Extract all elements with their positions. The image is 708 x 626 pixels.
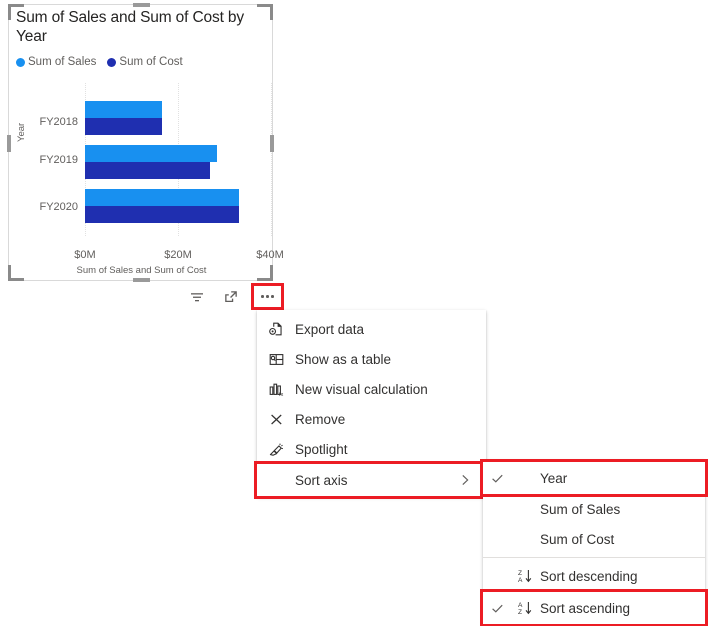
submenu-item-year[interactable]: Year — [483, 462, 705, 494]
submenu-item-sum-of-sales-label: Sum of Sales — [538, 502, 620, 517]
resize-handle-top-right[interactable] — [257, 4, 273, 20]
gridline-40 — [271, 83, 272, 236]
menu-item-show-as-a-table[interactable]: Show as a table — [257, 344, 486, 374]
resize-handle-left[interactable] — [7, 135, 11, 152]
chart-visual-container[interactable]: Sum of Sales and Sum of Cost by Year Sum… — [8, 4, 273, 281]
spotlight-icon — [257, 441, 295, 458]
export-data-icon — [257, 321, 295, 338]
visual-context-menu: Export data Show as a table fx New visua… — [257, 310, 486, 496]
menu-item-new-visual-calculation-label: New visual calculation — [295, 382, 476, 397]
menu-item-remove[interactable]: Remove — [257, 404, 486, 434]
new-visual-calculation-icon: fx — [257, 381, 295, 398]
menu-item-spotlight-label: Spotlight — [295, 442, 476, 457]
more-options-button[interactable] — [254, 286, 281, 307]
menu-item-sort-axis[interactable]: Sort axis — [257, 464, 486, 496]
bar-cost-fy2020[interactable] — [85, 206, 239, 223]
x-axis-tick-0: $0M — [74, 249, 95, 261]
resize-handle-top-left[interactable] — [8, 4, 24, 20]
y-axis-title: Year — [16, 123, 27, 142]
sort-axis-submenu: Year Sum of Sales Sum of Cost Z A Sort d… — [483, 460, 705, 626]
resize-handle-top[interactable] — [133, 3, 150, 7]
y-axis-label-fy2020: FY2020 — [32, 201, 78, 213]
svg-text:Z: Z — [518, 609, 522, 616]
chevron-right-icon — [458, 473, 476, 487]
resize-handle-bottom[interactable] — [133, 278, 150, 282]
x-axis-tick-20: $20M — [164, 249, 192, 261]
filter-icon — [189, 289, 205, 305]
menu-item-new-visual-calculation[interactable]: fx New visual calculation — [257, 374, 486, 404]
resize-handle-right[interactable] — [270, 135, 274, 152]
menu-item-export-data-label: Export data — [295, 322, 476, 337]
submenu-item-sort-ascending[interactable]: A Z Sort ascending — [483, 592, 705, 624]
y-axis-label-fy2018: FY2018 — [32, 116, 78, 128]
remove-icon — [257, 411, 295, 428]
menu-item-show-as-a-table-label: Show as a table — [295, 352, 476, 367]
submenu-divider — [483, 557, 705, 558]
submenu-item-sort-ascending-label: Sort ascending — [538, 601, 630, 616]
submenu-item-sort-descending-label: Sort descending — [538, 569, 638, 584]
submenu-item-sum-of-sales[interactable]: Sum of Sales — [483, 494, 705, 524]
chart-plot-area: Year FY2018 FY2019 FY2020 $0M $20M $40M … — [9, 5, 274, 282]
x-axis-title: Sum of Sales and Sum of Cost — [9, 265, 274, 276]
bar-sales-fy2020[interactable] — [85, 189, 239, 206]
sort-descending-icon: Z A — [512, 567, 538, 585]
checkmark-icon-year — [483, 471, 512, 486]
svg-text:fx: fx — [279, 392, 284, 398]
checkmark-icon-sort-ascending — [483, 601, 512, 616]
filter-button[interactable] — [186, 286, 208, 307]
submenu-item-sort-descending[interactable]: Z A Sort descending — [483, 561, 705, 591]
bar-sales-fy2018[interactable] — [85, 101, 162, 118]
menu-item-remove-label: Remove — [295, 412, 476, 427]
visual-toolbar — [186, 286, 281, 307]
more-options-icon — [261, 295, 274, 298]
bar-cost-fy2019[interactable] — [85, 162, 210, 179]
focus-mode-icon — [223, 289, 239, 305]
bar-cost-fy2018[interactable] — [85, 118, 162, 135]
menu-item-spotlight[interactable]: Spotlight — [257, 434, 486, 464]
submenu-item-sum-of-cost-label: Sum of Cost — [538, 532, 614, 547]
x-axis-tick-40: $40M — [256, 249, 284, 261]
submenu-item-year-label: Year — [538, 471, 567, 486]
y-axis-label-fy2019: FY2019 — [32, 154, 78, 166]
svg-text:A: A — [518, 577, 523, 584]
focus-mode-button[interactable] — [220, 286, 242, 307]
resize-handle-bottom-left[interactable] — [8, 265, 24, 281]
sort-ascending-icon: A Z — [512, 599, 538, 617]
bar-sales-fy2019[interactable] — [85, 145, 217, 162]
menu-item-sort-axis-label: Sort axis — [295, 473, 458, 488]
submenu-item-sum-of-cost[interactable]: Sum of Cost — [483, 524, 705, 554]
menu-item-export-data[interactable]: Export data — [257, 314, 486, 344]
show-as-table-icon — [257, 351, 295, 368]
resize-handle-bottom-right[interactable] — [257, 265, 273, 281]
